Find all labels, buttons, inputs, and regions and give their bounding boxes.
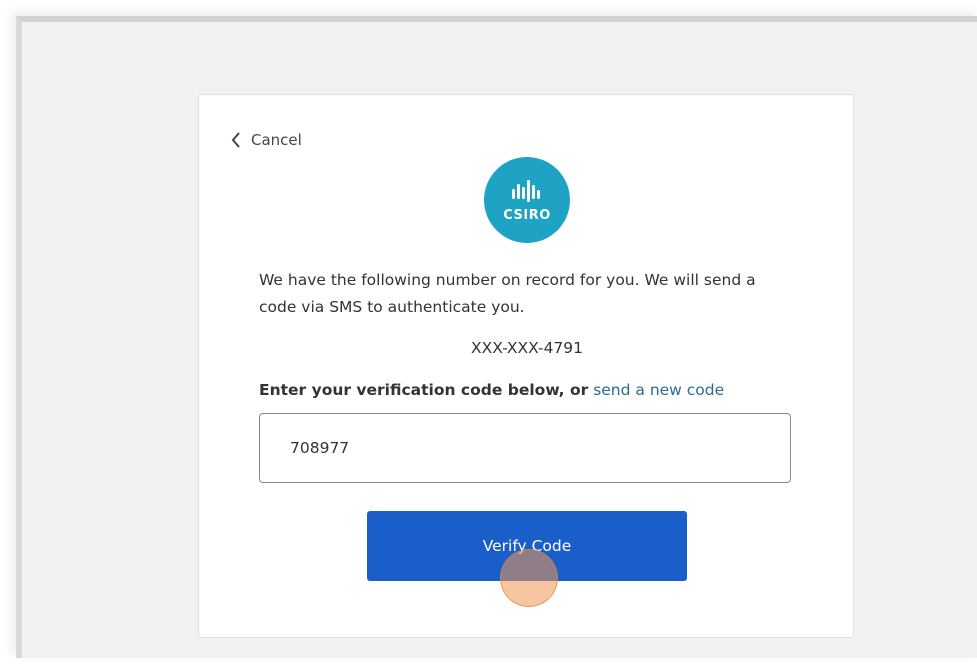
waveform-icon (512, 179, 540, 202)
screenshot-frame: Cancel CSIRO We have the following numbe… (16, 16, 977, 658)
code-prompt: Enter your verification code below, or s… (259, 381, 724, 399)
intro-message: We have the following number on record f… (259, 271, 756, 316)
verification-code-input[interactable] (259, 413, 791, 483)
verification-card: Cancel CSIRO We have the following numbe… (198, 94, 854, 638)
verify-code-button[interactable]: Verify Code (367, 511, 687, 581)
csiro-logo: CSIRO (484, 157, 570, 243)
code-prompt-text: Enter your verification code below, or (259, 381, 589, 399)
send-new-code-link[interactable]: send a new code (593, 381, 724, 399)
masked-phone-number: XXX-XXX-4791 (470, 339, 584, 357)
cancel-label: Cancel (251, 131, 302, 149)
chevron-left-icon (231, 132, 241, 148)
logo-text: CSIRO (503, 207, 551, 223)
cancel-link[interactable]: Cancel (231, 131, 302, 149)
